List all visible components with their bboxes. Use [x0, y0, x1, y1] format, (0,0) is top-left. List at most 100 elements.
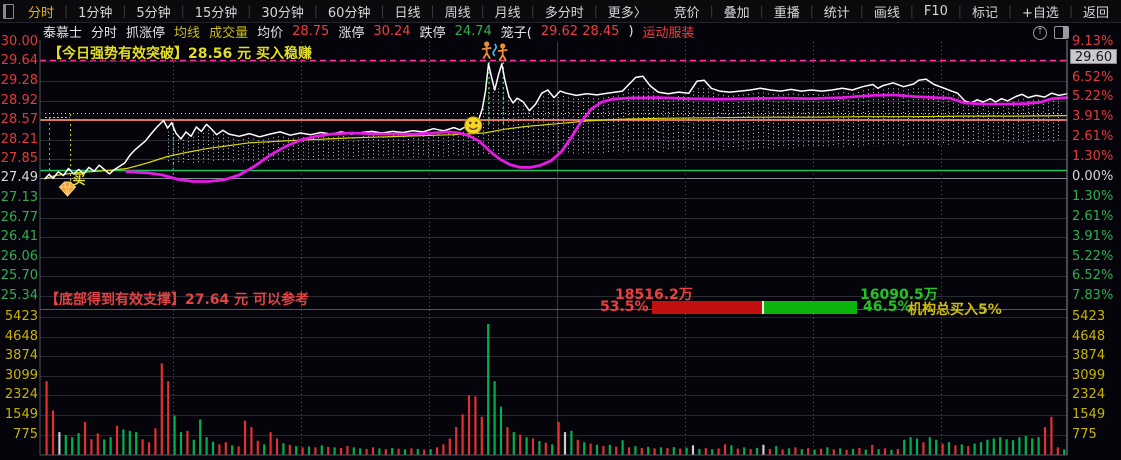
volume-bar [135, 432, 138, 455]
volume-bar [96, 433, 99, 455]
volume-bar [736, 448, 739, 455]
volume-bar [314, 447, 317, 455]
volume-bar [506, 427, 509, 455]
axis-label: 3874 [1072, 348, 1106, 363]
volume-bar [851, 448, 855, 455]
sell-fighter-icon [500, 43, 506, 49]
volume-bar [800, 449, 803, 455]
volume-bar [1024, 435, 1027, 455]
volume-bar [813, 449, 816, 455]
volume-bar [179, 432, 183, 455]
volume-bar [301, 447, 304, 455]
volume-bar [307, 446, 311, 455]
volume-bar [845, 449, 848, 455]
volume-bar [397, 448, 400, 455]
axis-label: 2.61% [1072, 129, 1114, 144]
volume-bar [896, 448, 899, 455]
volume-bar [346, 446, 349, 455]
volume-bar [423, 449, 426, 455]
volume-bar [608, 444, 611, 455]
volume-bar [493, 381, 496, 455]
volume-bar [1018, 437, 1021, 455]
volume-bar [435, 447, 439, 455]
volume-bar [711, 449, 714, 455]
volume-bar [602, 446, 605, 455]
volume-bar [339, 447, 343, 455]
volume-bar [295, 446, 298, 455]
axis-label: 3099 [1072, 368, 1106, 383]
timeshare-chart[interactable]: 买 [0, 0, 1121, 460]
breakout-annotation: 【今日强势有效突破】28.56 元 买入稳赚 [48, 46, 313, 62]
volume-bar [186, 430, 189, 455]
volume-bar [935, 439, 938, 455]
axis-label: 4648 [1072, 329, 1106, 344]
axis-label: 775 [13, 427, 38, 442]
volume-bar [1056, 447, 1059, 455]
volume-bar [615, 446, 618, 455]
volume-bar [960, 444, 963, 455]
volume-bar [384, 449, 387, 455]
buy-mark-text: 买 [72, 173, 85, 188]
volume-bar [429, 449, 432, 455]
volume-bar [282, 443, 285, 455]
volume-bar [455, 427, 458, 455]
volume-bar [691, 445, 695, 455]
volume-bar [51, 410, 55, 455]
volume-bar [90, 439, 93, 455]
axis-label: 2.61% [1072, 209, 1114, 224]
volume-bar [941, 443, 944, 455]
volume-bar [979, 442, 983, 455]
buy-pct-label: 53.5% [600, 299, 649, 315]
axis-label: 28.92 [0, 93, 38, 108]
volume-bar [327, 446, 330, 455]
volume-bar [947, 442, 951, 455]
volume-bar [192, 439, 195, 455]
volume-bar [967, 446, 970, 455]
volume-bar [288, 444, 291, 455]
axis-label: 26.41 [0, 229, 38, 244]
volume-bar [877, 449, 880, 455]
volume-bar [768, 448, 771, 455]
volume-bar [480, 416, 483, 455]
volume-bar [807, 448, 810, 455]
volume-bar [570, 430, 573, 455]
volume-bar [576, 439, 579, 455]
smiley-eye [468, 121, 472, 125]
axis-label: 3874 [4, 348, 38, 363]
axis-label: 6.52% [1072, 268, 1114, 283]
volume-bar [154, 428, 157, 455]
volume-bar [621, 440, 624, 455]
volume-bar [467, 395, 471, 455]
volume-bar [141, 439, 144, 455]
sell-fighter-body [497, 48, 508, 61]
axis-label: 25.70 [0, 268, 38, 283]
volume-bar [1005, 439, 1008, 455]
volume-bar [461, 414, 464, 455]
axis-label: 28.57 [0, 112, 38, 127]
volume-bar [871, 444, 874, 455]
axis-label: 9.13% [1072, 34, 1114, 49]
volume-bar [557, 421, 560, 455]
volume-bar [973, 443, 976, 455]
volume-bar [787, 448, 791, 455]
axis-label: 27.13 [0, 190, 38, 205]
volume-bar [64, 435, 67, 455]
volume-bar [448, 438, 451, 455]
volume-bar [410, 448, 413, 455]
axis-label: 1549 [1072, 407, 1106, 422]
volume-bar [519, 434, 522, 455]
volume-bar [890, 449, 893, 455]
volume-bar [205, 437, 208, 455]
volume-bar [103, 439, 106, 455]
volume-bar [992, 438, 995, 455]
volume-bar [717, 448, 720, 455]
volume-bar [864, 449, 867, 455]
axis-label: 3.91% [1072, 229, 1114, 244]
volume-bar [647, 446, 650, 455]
volume-bar [538, 441, 541, 455]
volume-bar [1050, 416, 1053, 455]
buy-sell-gauge [652, 301, 857, 314]
axis-label: 1549 [4, 407, 38, 422]
volume-bar [474, 396, 477, 455]
axis-label: 1.30% [1072, 189, 1114, 204]
